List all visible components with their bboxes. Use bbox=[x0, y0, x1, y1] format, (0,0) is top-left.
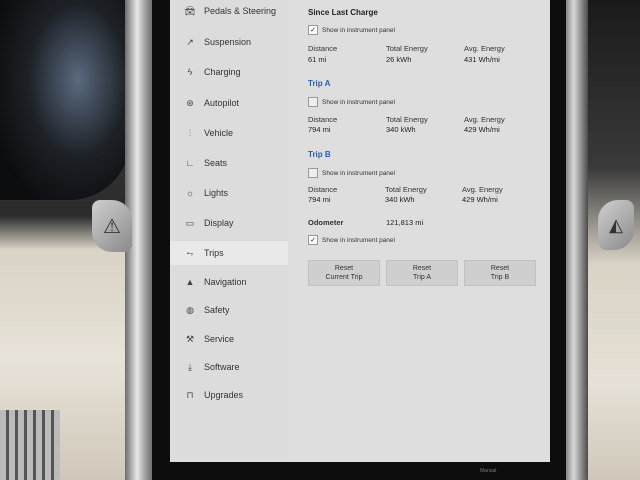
reset-trip-a-button[interactable]: Reset Trip A bbox=[386, 260, 458, 286]
steering-wheel-icon: ⊛ bbox=[186, 97, 194, 108]
button-label-line2: Trip A bbox=[412, 274, 432, 281]
sidebar-item-label: Navigation bbox=[204, 277, 247, 287]
sidebar-item-label: Seats bbox=[204, 158, 228, 168]
distance-label: Distance bbox=[308, 185, 338, 194]
sidebar-item-navigation[interactable]: ▲ Navigation bbox=[170, 270, 288, 294]
sidebar-item-autopilot[interactable]: ⊛ Autopilot bbox=[170, 91, 288, 115]
distance-value: 794 mi bbox=[308, 125, 331, 134]
sidebar-item-display[interactable]: ▭ Display bbox=[170, 211, 288, 235]
sun-icon: ☼ bbox=[185, 188, 195, 198]
sidebar-item-label: Pedals & Steering bbox=[204, 6, 277, 16]
distance-value: 61 mi bbox=[308, 55, 327, 64]
distance-label: Distance bbox=[308, 44, 338, 53]
odometer-value: 121,813 mi bbox=[386, 218, 424, 227]
suspension-icon: ↗ bbox=[186, 36, 194, 47]
button-label-line2: Current Trip bbox=[325, 274, 363, 281]
checkbox-checked-icon: ✓ bbox=[308, 25, 318, 35]
wiper-button[interactable]: ◭ bbox=[598, 200, 634, 250]
avg-energy-value: 429 Wh/mi bbox=[462, 195, 498, 204]
total-energy-value: 340 kWh bbox=[385, 195, 415, 204]
touchscreen: 🚘︎ Pedals & Steering ↗ Suspension ϟ Char… bbox=[170, 0, 550, 462]
sidebar-item-label: Trips bbox=[204, 248, 224, 258]
odometer-show-checkbox[interactable]: ✓ Show in instrument panel bbox=[308, 235, 395, 245]
checkbox-label: Show in instrument panel bbox=[322, 98, 395, 106]
checkbox-label: Show in instrument panel bbox=[322, 169, 395, 177]
trips-icon: ⥊ bbox=[186, 247, 194, 258]
avg-energy-label: Avg. Energy bbox=[464, 115, 505, 124]
distance-label: Distance bbox=[308, 115, 338, 124]
settings-sidebar: 🚘︎ Pedals & Steering ↗ Suspension ϟ Char… bbox=[170, 0, 288, 462]
sidebar-item-charging[interactable]: ϟ Charging bbox=[170, 60, 288, 84]
display-icon: ▭ bbox=[185, 217, 195, 228]
sidebar-item-safety[interactable]: ◍ Safety bbox=[170, 298, 288, 322]
sidebar-item-upgrades[interactable]: ⊓ Upgrades bbox=[170, 383, 288, 407]
avg-energy-value: 431 Wh/mi bbox=[464, 55, 500, 64]
sidebar-item-seats[interactable]: ∟ Seats bbox=[170, 151, 288, 175]
trip-a-show-checkbox[interactable]: Show in instrument panel bbox=[308, 97, 395, 107]
button-label-line2: Trip B bbox=[490, 274, 510, 281]
car-icon: 🚘︎ bbox=[184, 5, 196, 16]
safety-icon: ◍ bbox=[186, 304, 194, 315]
trips-panel: Since Last Charge ✓ Show in instrument p… bbox=[298, 0, 548, 462]
sidebar-item-lights[interactable]: ☼ Lights bbox=[170, 181, 288, 205]
manual-label: Manual bbox=[480, 468, 497, 474]
pedal bbox=[0, 410, 60, 480]
total-energy-label: Total Energy bbox=[386, 44, 428, 53]
sidebar-item-pedals-steering[interactable]: 🚘︎ Pedals & Steering bbox=[170, 0, 288, 23]
total-energy-value: 340 kWh bbox=[386, 125, 416, 134]
sliders-icon: ⫶ bbox=[188, 127, 192, 138]
button-label-line1: Reset bbox=[490, 265, 510, 272]
checkbox-checked-icon: ✓ bbox=[308, 235, 318, 245]
bag-icon: ⊓ bbox=[186, 389, 194, 400]
reset-trip-b-button[interactable]: Reset Trip B bbox=[464, 260, 536, 286]
sidebar-item-label: Charging bbox=[204, 67, 241, 77]
sidebar-item-label: Display bbox=[204, 218, 234, 228]
since-last-charge-title: Since Last Charge bbox=[308, 8, 378, 17]
sidebar-item-label: Autopilot bbox=[204, 98, 240, 108]
checkbox-label: Show in instrument panel bbox=[322, 236, 395, 244]
since-last-charge-show-checkbox[interactable]: ✓ Show in instrument panel bbox=[308, 25, 395, 35]
checkbox-label: Show in instrument panel bbox=[322, 26, 395, 34]
download-icon: ⤓ bbox=[188, 361, 192, 372]
wrench-icon: ⚒ bbox=[185, 333, 195, 344]
navigation-icon: ▲ bbox=[185, 277, 195, 287]
odometer-label: Odometer bbox=[308, 218, 344, 227]
distance-value: 794 mi bbox=[308, 195, 331, 204]
air-vent bbox=[0, 0, 130, 200]
sidebar-item-trips[interactable]: ⥊ Trips bbox=[170, 241, 288, 265]
sidebar-item-vehicle[interactable]: ⫶ Vehicle bbox=[170, 121, 288, 145]
bolt-icon: ϟ bbox=[187, 67, 193, 77]
hazard-button[interactable]: ⚠ bbox=[92, 200, 132, 252]
sidebar-item-label: Service bbox=[204, 334, 235, 344]
trip-b-show-checkbox[interactable]: Show in instrument panel bbox=[308, 168, 395, 178]
seat-icon: ∟ bbox=[185, 158, 195, 168]
sidebar-item-label: Suspension bbox=[204, 37, 252, 47]
sidebar-item-service[interactable]: ⚒ Service bbox=[170, 327, 288, 351]
avg-energy-value: 429 Wh/mi bbox=[464, 125, 500, 134]
wiper-icon: ◭ bbox=[609, 214, 623, 235]
sidebar-item-label: Safety bbox=[204, 305, 230, 315]
avg-energy-label: Avg. Energy bbox=[462, 185, 503, 194]
trip-a-title: Trip A bbox=[308, 79, 331, 88]
checkbox-unchecked-icon bbox=[308, 168, 318, 178]
button-label-line1: Reset bbox=[334, 265, 354, 272]
sidebar-item-software[interactable]: ⤓ Software bbox=[170, 355, 288, 379]
sidebar-item-suspension[interactable]: ↗ Suspension bbox=[170, 30, 288, 54]
sidebar-item-label: Software bbox=[204, 362, 240, 372]
trip-b-title: Trip B bbox=[308, 150, 331, 159]
total-energy-label: Total Energy bbox=[386, 115, 428, 124]
avg-energy-label: Avg. Energy bbox=[464, 44, 505, 53]
total-energy-label: Total Energy bbox=[385, 185, 427, 194]
sidebar-item-label: Lights bbox=[204, 188, 229, 198]
checkbox-unchecked-icon bbox=[308, 97, 318, 107]
button-label-line1: Reset bbox=[412, 265, 432, 272]
sidebar-item-label: Vehicle bbox=[204, 128, 234, 138]
hazard-icon: ⚠ bbox=[103, 215, 121, 238]
reset-current-trip-button[interactable]: Reset Current Trip bbox=[308, 260, 380, 286]
sidebar-item-label: Upgrades bbox=[204, 390, 244, 400]
total-energy-value: 26 kWh bbox=[386, 55, 412, 64]
